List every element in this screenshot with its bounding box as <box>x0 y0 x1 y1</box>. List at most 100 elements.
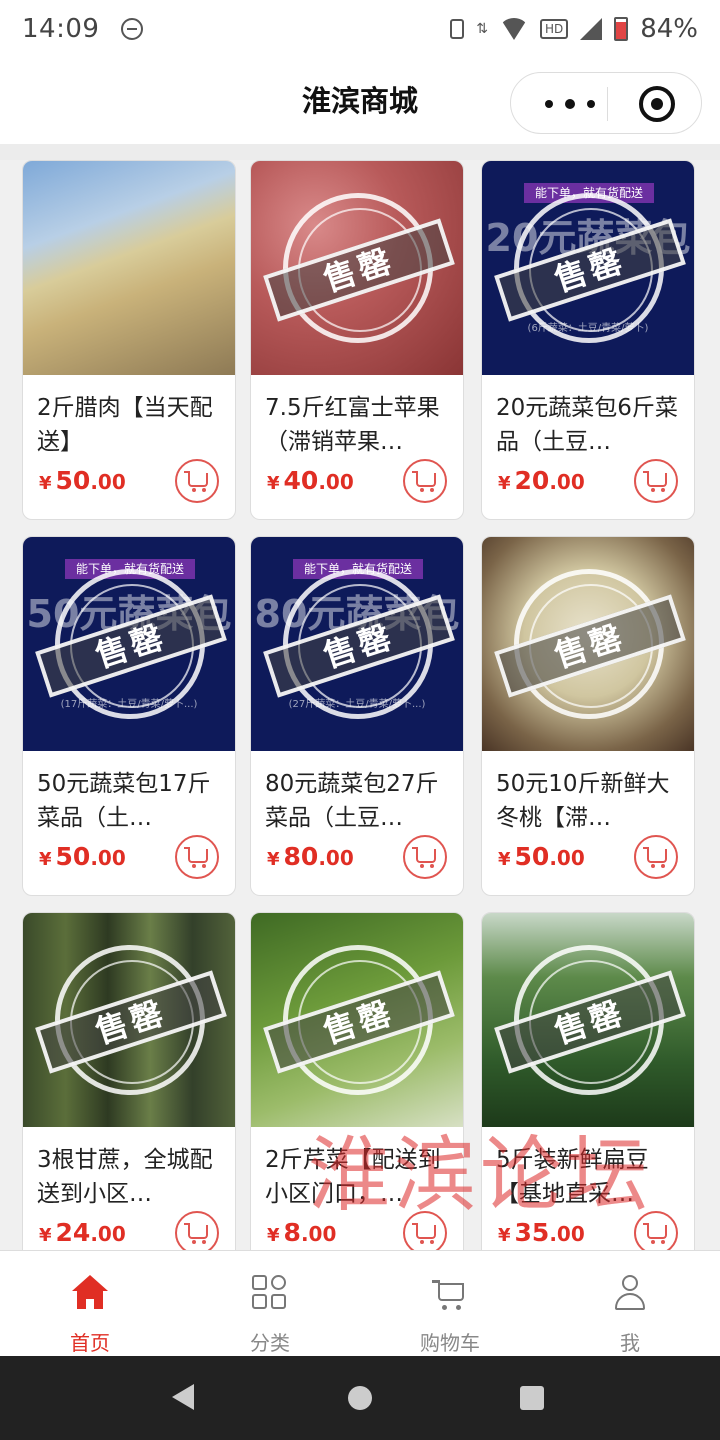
tab-home[interactable]: 首页 <box>0 1251 180 1357</box>
vibrate-icon <box>450 19 465 39</box>
product-image[interactable]: 能下单，就有货配送 80元蔬菜包 (27斤蔬菜：土豆/青菜/萝卜...) 售罄 <box>251 537 463 751</box>
header-divider <box>0 144 720 160</box>
add-to-cart-button[interactable] <box>403 835 447 879</box>
product-card[interactable]: 售罄 7.5斤红富士苹果（滞销苹果… ¥40.00 <box>250 160 464 520</box>
add-to-cart-button[interactable] <box>634 835 678 879</box>
user-icon <box>612 1275 648 1311</box>
title-bar: 淮滨商城 <box>0 58 720 144</box>
product-image[interactable]: 售罄 <box>251 161 463 375</box>
price-integer: 24 <box>55 1218 91 1247</box>
price-currency: ¥ <box>498 473 511 494</box>
hd-badge: HD <box>539 19 569 39</box>
tab-label: 分类 <box>250 1331 290 1355</box>
sold-out-label: 售罄 <box>263 594 455 698</box>
price-decimal: .00 <box>90 470 126 494</box>
status-time: 14:09 <box>22 14 100 44</box>
product-image[interactable]: 售罄 <box>482 537 694 751</box>
product-price: ¥40.00 <box>267 466 354 495</box>
home-circle-icon[interactable] <box>348 1386 372 1410</box>
price-decimal: .00 <box>549 470 585 494</box>
category-icon <box>252 1275 288 1311</box>
product-card[interactable]: 2斤腊肉【当天配送】 ¥50.00 <box>22 160 236 520</box>
product-image[interactable] <box>23 161 235 375</box>
sold-out-stamp: 售罄 <box>35 569 227 719</box>
product-price: ¥50.00 <box>39 842 126 871</box>
price-decimal: .00 <box>318 470 354 494</box>
app-screen: 14:09 ⇅ HD 84% 淮滨商城 2斤腊肉【当天配送】 ¥50.00 售罄 7.… <box>0 0 720 1440</box>
system-nav-bar <box>0 1356 720 1440</box>
price-decimal: .00 <box>549 1222 585 1246</box>
product-name: 20元蔬菜包6斤菜品（土豆… <box>496 395 678 455</box>
product-card[interactable]: 售罄 3根甘蔗，全城配送到小区… ¥24.00 <box>22 912 236 1250</box>
product-name: 3根甘蔗，全城配送到小区… <box>37 1147 213 1207</box>
more-dots-icon[interactable] <box>535 73 605 135</box>
price-integer: 80 <box>283 842 319 871</box>
product-image[interactable]: 售罄 <box>251 913 463 1127</box>
price-currency: ¥ <box>39 849 52 870</box>
sold-out-label: 售罄 <box>494 594 686 698</box>
product-image[interactable]: 能下单，就有货配送 50元蔬菜包 (17斤蔬菜：土豆/青菜/萝卜...) 售罄 <box>23 537 235 751</box>
add-to-cart-button[interactable] <box>634 459 678 503</box>
cart-icon <box>412 847 436 868</box>
sold-out-stamp: 售罄 <box>263 569 455 719</box>
cart-icon <box>184 1223 208 1244</box>
tab-me[interactable]: 我 <box>540 1251 720 1357</box>
tab-cart[interactable]: 购物车 <box>360 1251 540 1357</box>
product-price: ¥20.00 <box>498 466 585 495</box>
cart-icon <box>643 471 667 492</box>
sold-out-label: 售罄 <box>263 218 455 322</box>
price-currency: ¥ <box>267 1225 280 1246</box>
product-image[interactable]: 售罄 <box>482 913 694 1127</box>
price-integer: 40 <box>283 466 319 495</box>
tab-bar: 首页 分类 购物车 我 <box>0 1250 720 1356</box>
product-card[interactable]: 能下单，就有货配送 20元蔬菜包 (6斤蔬菜：土豆/青菜/萝卜) 售罄 20元蔬菜包6斤… <box>481 160 695 520</box>
status-bar: 14:09 ⇅ HD 84% <box>0 0 720 58</box>
tab-category[interactable]: 分类 <box>180 1251 360 1357</box>
recents-icon[interactable] <box>520 1386 544 1410</box>
cart-icon <box>643 847 667 868</box>
add-to-cart-button[interactable] <box>175 835 219 879</box>
product-image[interactable]: 售罄 <box>23 913 235 1127</box>
price-currency: ¥ <box>39 1225 52 1246</box>
product-card[interactable]: 售罄 50元10斤新鲜大冬桃【滞… ¥50.00 <box>481 536 695 896</box>
wifi-icon <box>499 18 528 40</box>
product-grid: 2斤腊肉【当天配送】 ¥50.00 售罄 7.5斤红富士苹果（滞销苹果… ¥40.00 能… <box>22 160 698 1250</box>
sold-out-stamp: 售罄 <box>263 193 455 343</box>
sold-out-stamp: 售罄 <box>494 569 686 719</box>
tab-label: 首页 <box>70 1331 110 1355</box>
add-to-cart-button[interactable] <box>175 459 219 503</box>
cart-icon <box>643 1223 667 1244</box>
product-name: 7.5斤红富士苹果（滞销苹果… <box>265 395 440 455</box>
product-image[interactable]: 能下单，就有货配送 20元蔬菜包 (6斤蔬菜：土豆/青菜/萝卜) 售罄 <box>482 161 694 375</box>
add-to-cart-button[interactable] <box>403 459 447 503</box>
tab-label: 购物车 <box>420 1331 480 1355</box>
sold-out-stamp: 售罄 <box>35 945 227 1095</box>
sold-out-label: 售罄 <box>263 970 455 1074</box>
sold-out-stamp: 售罄 <box>494 945 686 1095</box>
price-decimal: .00 <box>300 1222 337 1246</box>
product-name: 80元蔬菜包27斤菜品（土豆… <box>265 771 439 831</box>
product-price: ¥50.00 <box>39 466 126 495</box>
target-close-icon[interactable] <box>639 86 675 122</box>
product-name: 2斤腊肉【当天配送】 <box>37 395 213 455</box>
battery-percent: 84% <box>640 14 698 44</box>
back-icon[interactable] <box>172 1384 194 1410</box>
price-currency: ¥ <box>498 1225 511 1246</box>
product-card[interactable]: 能下单，就有货配送 80元蔬菜包 (27斤蔬菜：土豆/青菜/萝卜...) 售罄 80元蔬… <box>250 536 464 896</box>
capsule-divider <box>607 87 608 121</box>
sold-out-label: 售罄 <box>494 970 686 1074</box>
add-to-cart-button[interactable] <box>175 1211 219 1250</box>
cart-icon <box>184 847 208 868</box>
price-currency: ¥ <box>39 473 52 494</box>
sold-out-stamp: 售罄 <box>494 193 686 343</box>
price-decimal: .00 <box>90 846 126 870</box>
product-card[interactable]: 能下单，就有货配送 50元蔬菜包 (17斤蔬菜：土豆/青菜/萝卜...) 售罄 50元蔬… <box>22 536 236 896</box>
product-price: ¥24.00 <box>39 1218 126 1247</box>
price-integer: 50 <box>55 842 91 871</box>
home-icon <box>72 1275 108 1311</box>
status-icons: ⇅ HD 84% <box>450 14 698 44</box>
price-decimal: .00 <box>549 846 585 870</box>
price-currency: ¥ <box>498 849 511 870</box>
cart-icon <box>412 1223 436 1244</box>
sold-out-label: 售罄 <box>494 218 686 322</box>
